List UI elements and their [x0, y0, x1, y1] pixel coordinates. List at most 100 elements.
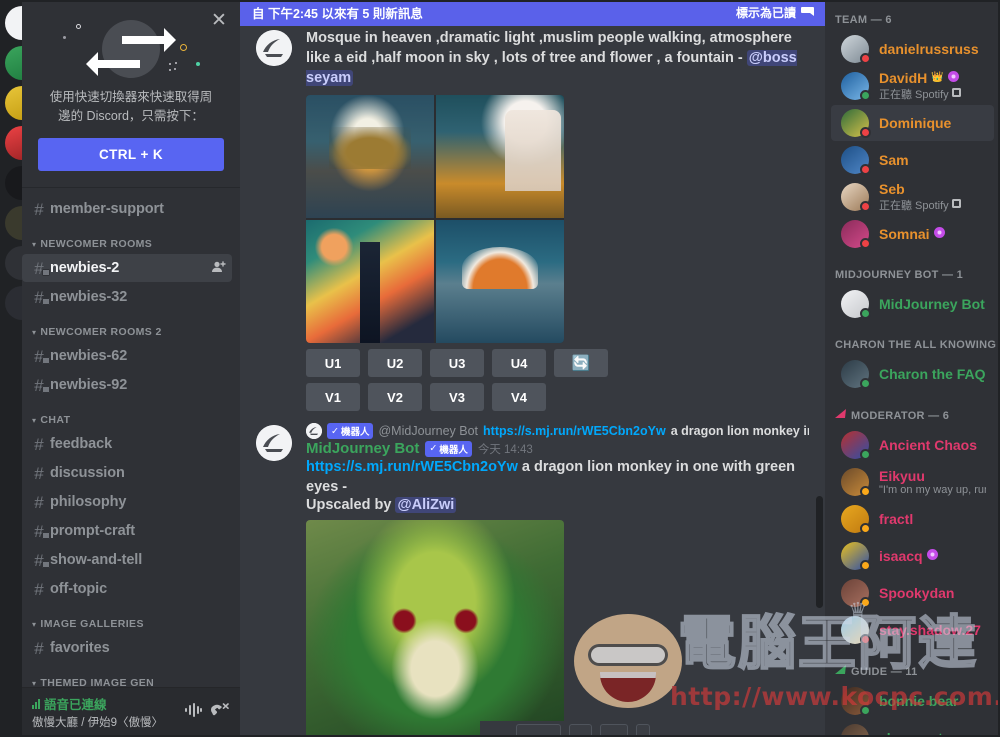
upscale-button-u1[interactable]: U1: [306, 349, 360, 377]
sidebar-channel-philosophy[interactable]: # philosophy: [22, 488, 232, 516]
stub-button[interactable]: [569, 724, 593, 737]
member-row[interactable]: Seb 正在聽 Spotify: [831, 179, 994, 215]
avatar[interactable]: [841, 579, 871, 608]
message-author[interactable]: MidJourney Bot: [306, 440, 419, 457]
server-icon[interactable]: [5, 86, 22, 120]
avatar[interactable]: [841, 35, 871, 64]
channel-category-newcomer-rooms-2[interactable]: ▾ NEWCOMER ROOMS 2: [22, 312, 240, 341]
midjourney-bot-avatar[interactable]: [256, 30, 292, 66]
avatar[interactable]: [841, 72, 871, 101]
member-meta: Seb 正在聽 Spotify: [879, 181, 986, 213]
avatar[interactable]: [841, 724, 869, 737]
reply-author[interactable]: @MidJourney Bot: [378, 424, 478, 438]
grid-image-2[interactable]: [436, 95, 564, 218]
quick-switcher-shortcut-button[interactable]: CTRL + K: [38, 138, 224, 171]
channel-category-themed-image-gen[interactable]: ▾ THEMED IMAGE GEN: [22, 663, 240, 687]
disconnect-call-icon[interactable]: [211, 702, 229, 722]
server-icon[interactable]: [5, 126, 22, 160]
member-row[interactable]: Eikyuu"I'm on my way up, run to: [831, 464, 994, 500]
variation-button-v4[interactable]: V4: [492, 383, 546, 411]
sidebar-channel-discussion[interactable]: # discussion: [22, 459, 232, 487]
avatar[interactable]: [841, 542, 871, 571]
sidebar-channel-off-topic[interactable]: # off-topic: [22, 575, 232, 603]
sidebar-channel-favorites[interactable]: # favorites: [22, 634, 232, 662]
new-messages-banner[interactable]: 自 下午2:45 以來有 5 則新訊息 標示為已讀: [240, 0, 825, 26]
avatar[interactable]: [841, 109, 871, 138]
sidebar-channel-show-and-tell[interactable]: # show-and-tell: [22, 546, 232, 574]
avatar[interactable]: [841, 468, 871, 497]
member-row[interactable]: Charon the FAQ ...機器人: [831, 356, 994, 392]
grid-image-3[interactable]: [306, 220, 434, 343]
member-row[interactable]: Sam: [831, 142, 994, 178]
voice-actions[interactable]: [185, 702, 232, 722]
stub-button[interactable]: [600, 724, 628, 737]
midjourney-bot-avatar[interactable]: [256, 425, 292, 461]
avatar[interactable]: [841, 431, 871, 460]
server-rail[interactable]: [0, 0, 22, 737]
upscaled-by-mention[interactable]: @AliZwi: [395, 497, 457, 513]
sidebar-channel-feedback[interactable]: # feedback: [22, 430, 232, 458]
member-row[interactable]: classpectanon: [831, 720, 994, 737]
member-row[interactable]: Spookydan: [831, 575, 994, 611]
sidebar-channel-member-support[interactable]: # member-support: [22, 195, 232, 223]
sidebar-channel-newbies-32[interactable]: # newbies-32: [22, 283, 232, 311]
reroll-icon[interactable]: 🔄: [554, 349, 608, 377]
green-lion-monkey-image[interactable]: [306, 520, 564, 737]
member-row[interactable]: Dominique: [831, 105, 994, 141]
sidebar-channel-newbies-62[interactable]: # newbies-62: [22, 342, 232, 370]
reply-reference[interactable]: ✓ 機器人 @MidJourney Bot https://s.mj.run/rW…: [306, 423, 809, 439]
message-link[interactable]: https://s.mj.run/rWE5Cbn2oYw: [306, 459, 518, 475]
channel-list[interactable]: # member-support ▾ NEWCOMER ROOMS # newbies-2…: [22, 188, 240, 687]
invite-member-icon[interactable]: [212, 260, 232, 276]
server-icon[interactable]: [5, 286, 22, 320]
grid-image-4[interactable]: [436, 220, 564, 343]
message-list[interactable]: Mosque in heaven ,dramatic light ,muslim…: [240, 26, 825, 737]
server-icon[interactable]: [5, 166, 22, 200]
grid-image-1[interactable]: [306, 95, 434, 218]
message-scrollbar[interactable]: [816, 496, 823, 608]
sidebar-channel-newbies-2[interactable]: # newbies-2: [22, 254, 232, 282]
channel-name: newbies-32: [50, 289, 128, 305]
member-row[interactable]: bonnie bear: [831, 683, 994, 719]
avatar[interactable]: [841, 220, 871, 249]
server-icon[interactable]: [5, 46, 22, 80]
stub-button[interactable]: [516, 724, 562, 737]
sidebar-channel-prompt-craft[interactable]: # prompt-craft: [22, 517, 232, 545]
upscale-button-u3[interactable]: U3: [430, 349, 484, 377]
mosque-image-grid[interactable]: [306, 95, 564, 343]
upscale-button-u2[interactable]: U2: [368, 349, 422, 377]
member-row[interactable]: danielrussruss: [831, 31, 994, 67]
avatar[interactable]: [841, 360, 871, 389]
variation-button-v3[interactable]: V3: [430, 383, 484, 411]
avatar[interactable]: [841, 146, 871, 175]
noise-suppression-icon[interactable]: [185, 702, 202, 722]
channel-category-image-galleries[interactable]: ▾ IMAGE GALLERIES: [22, 604, 240, 633]
avatar[interactable]: [841, 290, 871, 319]
channel-category-newcomer-rooms[interactable]: ▾ NEWCOMER ROOMS: [22, 224, 240, 253]
server-icon-home[interactable]: [5, 6, 22, 40]
member-row[interactable]: isaacq: [831, 538, 994, 574]
member-row[interactable]: MidJourney Bot✓機器人: [831, 286, 994, 322]
member-row[interactable]: Somnai: [831, 216, 994, 252]
member-row[interactable]: Ancient Chaos: [831, 427, 994, 463]
member-row[interactable]: stay.shadow.27: [831, 612, 994, 648]
avatar[interactable]: [841, 505, 871, 534]
server-icon[interactable]: [5, 206, 22, 240]
member-list[interactable]: TEAM — 6 danielrussruss DavidH 👑 正在聽 Spotify…: [825, 0, 1000, 737]
mark-as-read-button[interactable]: 標示為已讀: [736, 4, 815, 21]
stub-button[interactable]: [635, 724, 650, 737]
upscale-button-u4[interactable]: U4: [492, 349, 546, 377]
avatar[interactable]: [841, 687, 871, 716]
voice-connection-bar[interactable]: 語音已連線 傲慢大廳 / 伊始9〈傲慢〉: [22, 687, 240, 737]
variation-button-v2[interactable]: V2: [368, 383, 422, 411]
channel-category-chat[interactable]: ▾ CHAT: [22, 400, 240, 429]
avatar[interactable]: [841, 183, 871, 212]
sidebar-channel-newbies-92[interactable]: # newbies-92: [22, 371, 232, 399]
avatar[interactable]: [841, 616, 871, 645]
message-text: https://s.mj.run/rWE5Cbn2oYw a dragon li…: [306, 457, 809, 497]
member-row[interactable]: DavidH 👑 正在聽 Spotify: [831, 68, 994, 104]
reply-link[interactable]: https://s.mj.run/rWE5Cbn2oYw: [483, 424, 666, 438]
variation-button-v1[interactable]: V1: [306, 383, 360, 411]
server-icon[interactable]: [5, 246, 22, 280]
member-row[interactable]: fractl: [831, 501, 994, 537]
